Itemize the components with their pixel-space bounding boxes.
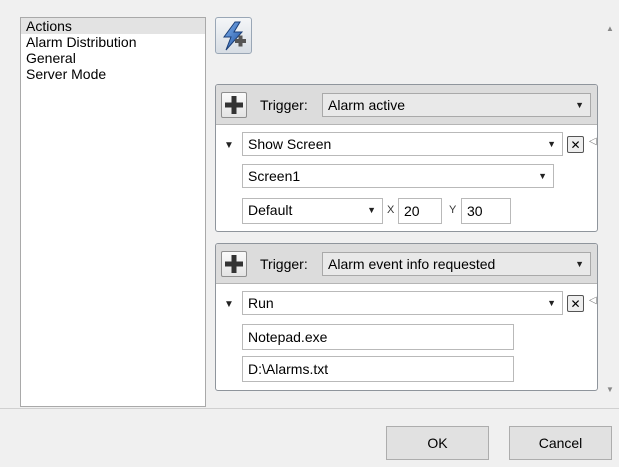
arguments-input[interactable]: D:\Alarms.txt [242, 356, 514, 382]
trigger-select[interactable]: Alarm active ▼ [322, 93, 591, 117]
trigger-panel-1: Trigger: Alarm active ▼ ▼ Show Screen ▼ … [215, 84, 598, 232]
screen-select[interactable]: Screen1 ▼ [242, 164, 554, 188]
trigger-header: Trigger: Alarm event info requested ▼ [216, 244, 597, 284]
screen-select-value: Screen1 [248, 168, 301, 184]
action-type-value: Run [248, 295, 274, 311]
trigger-panel-2: Trigger: Alarm event info requested ▼ ▼ … [215, 243, 598, 391]
dialog-footer: OK Cancel [0, 408, 619, 467]
cancel-button[interactable]: Cancel [509, 426, 612, 460]
position-select-value: Default [248, 202, 293, 218]
add-trigger-button[interactable] [221, 92, 247, 118]
trigger-label: Trigger: [260, 97, 308, 113]
scroll-right-indicator: ◁ [589, 295, 597, 306]
x-label: X [387, 204, 395, 216]
triangle-down-icon: ▼ [575, 259, 584, 269]
delete-action-button[interactable]: ✕ [567, 136, 584, 153]
trigger-header: Trigger: Alarm active ▼ [216, 85, 597, 125]
add-action-button[interactable] [215, 17, 252, 54]
y-label: Y [449, 204, 457, 216]
x-input[interactable]: 20 [398, 198, 442, 224]
close-icon: ✕ [570, 296, 581, 311]
triangle-down-icon: ▼ [575, 100, 584, 110]
triangle-down-icon: ▼ [547, 139, 556, 149]
lightning-plus-icon [223, 21, 246, 51]
category-item-actions[interactable]: Actions [21, 18, 205, 34]
category-item-server-mode[interactable]: Server Mode [21, 66, 205, 82]
add-trigger-button[interactable] [221, 251, 247, 277]
triangle-down-icon: ▼ [538, 171, 547, 181]
action-type-select[interactable]: Run ▼ [242, 291, 563, 315]
program-input[interactable]: Notepad.exe [242, 324, 514, 350]
action-type-value: Show Screen [248, 136, 332, 152]
category-item-general[interactable]: General [21, 50, 205, 66]
trigger-select-value: Alarm event info requested [328, 256, 496, 272]
category-item-alarm-distribution[interactable]: Alarm Distribution [21, 34, 205, 50]
trigger-label: Trigger: [260, 256, 308, 272]
close-icon: ✕ [570, 137, 581, 152]
category-list: Actions Alarm Distribution General Serve… [20, 17, 206, 407]
delete-action-button[interactable]: ✕ [567, 295, 584, 312]
ok-button[interactable]: OK [386, 426, 489, 460]
scroll-right-indicator: ◁ [589, 136, 597, 147]
triangle-down-icon: ▼ [547, 298, 556, 308]
position-select[interactable]: Default ▼ [242, 198, 383, 224]
vertical-scrollbar[interactable]: ▲ ▼ [602, 0, 619, 400]
plus-icon [225, 255, 243, 273]
triangle-down-icon: ▼ [367, 205, 376, 215]
trigger-select-value: Alarm active [328, 97, 406, 113]
plus-icon [225, 96, 243, 114]
trigger-select[interactable]: Alarm event info requested ▼ [322, 252, 591, 276]
actions-content: Trigger: Alarm active ▼ ▼ Show Screen ▼ … [210, 0, 601, 400]
triangle-down-icon[interactable]: ▼ [606, 385, 614, 394]
y-input[interactable]: 30 [461, 198, 511, 224]
collapse-toggle[interactable]: ▼ [224, 299, 234, 310]
collapse-toggle[interactable]: ▼ [224, 140, 234, 151]
action-type-select[interactable]: Show Screen ▼ [242, 132, 563, 156]
triangle-up-icon[interactable]: ▲ [606, 24, 614, 33]
